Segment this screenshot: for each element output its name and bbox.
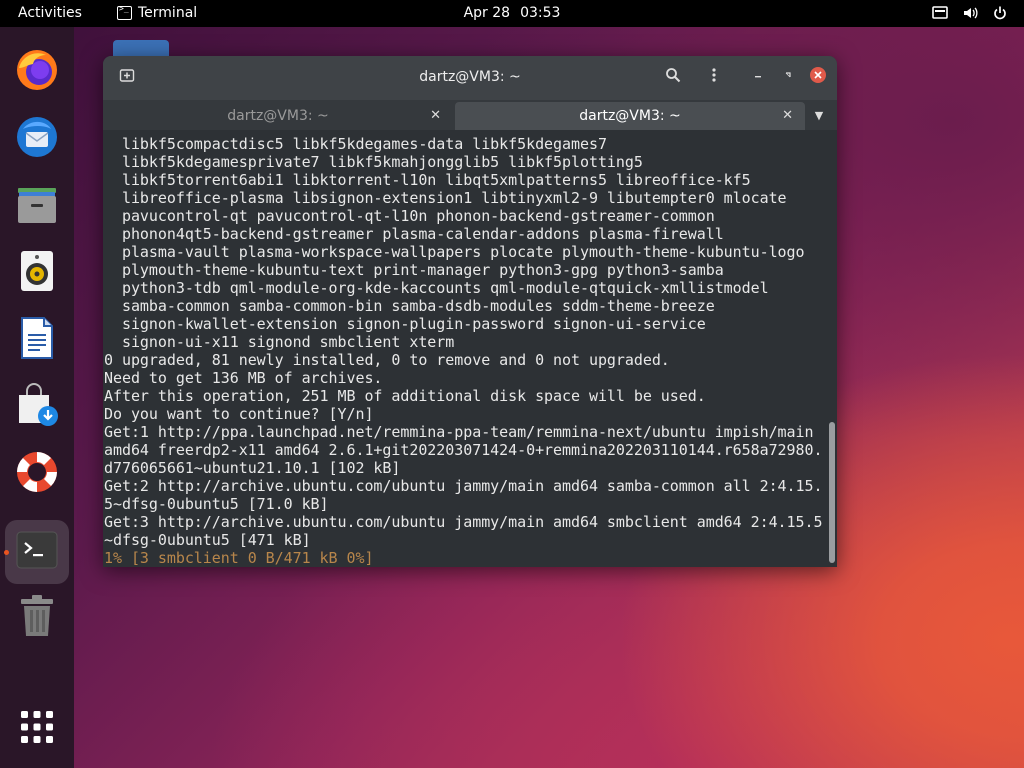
search-icon — [666, 68, 681, 83]
thunderbird-icon — [15, 115, 59, 163]
dock-item-software[interactable] — [5, 375, 69, 439]
trash-icon — [19, 594, 55, 642]
dock-item-show-apps[interactable] — [5, 697, 69, 761]
window-titlebar[interactable]: dartz@VM3: ~ — [103, 56, 837, 100]
search-button[interactable] — [661, 66, 685, 90]
rhythmbox-icon — [19, 249, 55, 297]
output-line: Get:2 http://archive.ubuntu.com/ubuntu j… — [104, 477, 823, 495]
output-line: 0 upgraded, 81 newly installed, 0 to rem… — [104, 351, 670, 369]
output-line: signon-kwallet-extension signon-plugin-p… — [104, 315, 706, 333]
firefox-icon — [15, 48, 59, 96]
output-line: pavucontrol-qt pavucontrol-qt-l10n phono… — [104, 207, 715, 225]
minimize-button[interactable] — [746, 66, 770, 90]
screen-icon[interactable] — [932, 5, 948, 21]
tab-2-label: dartz@VM3: ~ — [579, 108, 681, 124]
progress-status-line: 1% [3 smbclient 0 B/471 kB 0%] — [104, 549, 374, 567]
output-line: amd64 freerdp2-x11 amd64 2.6.1+git202203… — [104, 441, 823, 459]
dock — [0, 27, 74, 768]
output-line: libreoffice-plasma libsignon-extension1 … — [104, 189, 787, 207]
output-line: After this operation, 251 MB of addition… — [104, 387, 706, 405]
terminal-window: dartz@VM3: ~ dartz@VM3: ~ ✕ dartz@VM3: ~… — [103, 56, 837, 567]
clock-time: 03:53 — [520, 5, 561, 21]
top-bar: Activities Terminal Apr 2803:53 — [0, 0, 1024, 27]
output-line: python3-tdb qml-module-org-kde-kaccounts… — [104, 279, 769, 297]
dock-item-terminal[interactable] — [4, 520, 69, 584]
dock-item-help[interactable] — [5, 442, 69, 506]
app-grid-icon — [21, 711, 53, 747]
dock-item-rhythmbox[interactable] — [5, 241, 69, 305]
dock-item-thunderbird[interactable] — [5, 107, 69, 171]
power-icon[interactable] — [992, 5, 1008, 21]
output-line: libkf5kdegamesprivate7 libkf5kmahjonggli… — [104, 153, 643, 171]
terminal-output[interactable]: libkf5compactdisc5 libkf5kdegames-data l… — [103, 130, 827, 567]
writer-icon — [20, 316, 54, 364]
dock-item-trash[interactable] — [5, 586, 69, 650]
output-line: ~dfsg-0ubuntu5 [471 kB] — [104, 531, 311, 549]
scrollbar-thumb[interactable] — [829, 422, 835, 563]
tab-1-label: dartz@VM3: ~ — [227, 108, 329, 124]
output-line: plasma-vault plasma-workspace-wallpapers… — [104, 243, 805, 261]
tab-list-button[interactable]: ▼ — [807, 102, 831, 130]
output-line: phonon4qt5-backend-gstreamer plasma-cale… — [104, 225, 724, 243]
dock-item-writer[interactable] — [5, 308, 69, 372]
help-icon — [15, 450, 59, 498]
software-icon — [15, 383, 59, 431]
dock-item-firefox[interactable] — [5, 40, 69, 104]
tab-bar: dartz@VM3: ~ ✕ dartz@VM3: ~ ✕ ▼ — [103, 100, 837, 130]
kebab-menu-icon — [712, 68, 716, 82]
minimize-icon — [755, 76, 761, 78]
dock-item-files[interactable] — [5, 174, 69, 238]
volume-icon[interactable] — [962, 5, 978, 21]
clock[interactable]: Apr 28 03:53 — [0, 5, 1024, 21]
terminal-icon — [16, 531, 58, 573]
maximize-button[interactable] — [776, 66, 800, 90]
chevron-down-icon: ▼ — [814, 109, 824, 122]
output-line: samba-common samba-common-bin samba-dsdb… — [104, 297, 715, 315]
output-line: signon-ui-x11 signond smbclient xterm — [104, 333, 455, 351]
system-tray[interactable] — [932, 5, 1008, 21]
output-line: Do you want to continue? [Y/n] — [104, 405, 374, 423]
maximize-icon — [785, 72, 791, 78]
running-indicator — [4, 550, 9, 555]
menu-button[interactable] — [702, 66, 726, 90]
close-icon — [810, 67, 826, 83]
output-line: Get:3 http://archive.ubuntu.com/ubuntu j… — [104, 513, 823, 531]
output-line: 5~dfsg-0ubuntu5 [71.0 kB] — [104, 495, 329, 513]
terminal-scrollbar[interactable] — [827, 130, 835, 567]
tab-1-close-icon[interactable]: ✕ — [430, 102, 441, 130]
desktop-folder-icon[interactable] — [113, 40, 169, 56]
window-title: dartz@VM3: ~ — [419, 69, 521, 85]
tab-1[interactable]: dartz@VM3: ~ ✕ — [103, 102, 453, 130]
output-line: Get:1 http://ppa.launchpad.net/remmina-p… — [104, 423, 814, 441]
files-icon — [16, 184, 58, 228]
output-line: libkf5torrent6abi1 libktorrent-l10n libq… — [104, 171, 751, 189]
output-line: Need to get 136 MB of archives. — [104, 369, 383, 387]
tab-2-close-icon[interactable]: ✕ — [782, 102, 793, 130]
output-line: plymouth-theme-kubuntu-text print-manage… — [104, 261, 724, 279]
output-line: d776065661~ubuntu21.10.1 [102 kB] — [104, 459, 401, 477]
clock-date: Apr 28 — [463, 5, 511, 21]
tab-2[interactable]: dartz@VM3: ~ ✕ — [455, 102, 805, 130]
close-button[interactable] — [806, 66, 830, 90]
output-line: libkf5compactdisc5 libkf5kdegames-data l… — [104, 135, 607, 153]
